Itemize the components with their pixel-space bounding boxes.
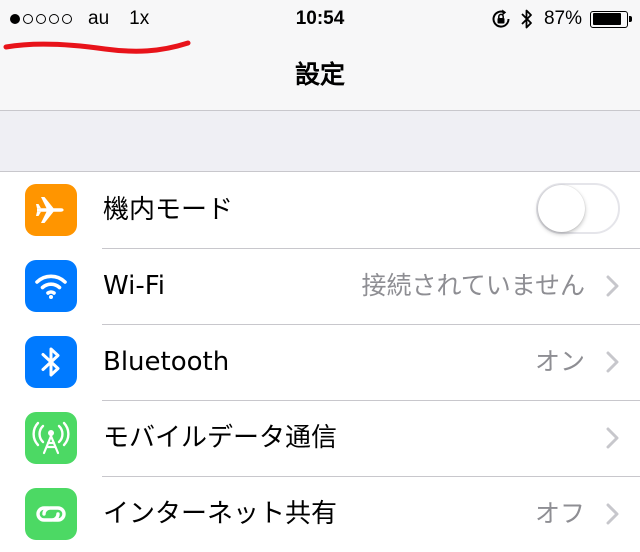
airplane-mode-toggle[interactable]: [536, 183, 620, 234]
cellular-antenna-icon: [25, 412, 77, 464]
personal-hotspot-icon: [25, 488, 77, 540]
personal-hotspot-label: インターネット共有: [103, 499, 338, 529]
personal-hotspot-status-value: オフ: [534, 499, 585, 528]
airplane-mode-label: 機内モード: [103, 195, 234, 225]
settings-list: 機内モード Wi-Fi 接続されていません Bluetooth オン モバイルデ…: [0, 171, 640, 552]
battery-level-fill: [592, 13, 622, 25]
bluetooth-icon: [25, 336, 77, 388]
personal-hotspot-row[interactable]: インターネット共有 オフ: [0, 476, 640, 552]
cellular-data-row[interactable]: モバイルデータ通信: [0, 400, 640, 476]
airplane-mode-row: 機内モード: [0, 172, 640, 248]
cellular-data-label: モバイルデータ通信: [103, 423, 338, 453]
wifi-label: Wi-Fi: [103, 271, 166, 301]
wifi-status-value: 接続されていません: [361, 271, 585, 300]
header: au 1x 10:54 87% 設定: [0, 0, 640, 111]
wifi-icon: [25, 260, 77, 312]
rotation-lock-icon: [490, 8, 512, 30]
battery-icon: [590, 10, 632, 28]
bluetooth-label: Bluetooth: [103, 347, 230, 377]
toggle-knob: [538, 185, 585, 232]
airplane-icon: [25, 184, 77, 236]
bluetooth-row[interactable]: Bluetooth オン: [0, 324, 640, 400]
status-right: 87%: [482, 6, 632, 32]
wifi-row[interactable]: Wi-Fi 接続されていません: [0, 248, 640, 324]
bluetooth-status-icon: [520, 8, 534, 30]
chevron-right-icon: [606, 427, 619, 449]
chevron-right-icon: [606, 351, 619, 373]
chevron-right-icon: [606, 503, 619, 525]
chevron-right-icon: [606, 275, 619, 297]
page-title: 設定: [294, 60, 345, 89]
battery-percent: 87%: [543, 8, 582, 29]
bluetooth-status-value: オン: [534, 347, 585, 376]
